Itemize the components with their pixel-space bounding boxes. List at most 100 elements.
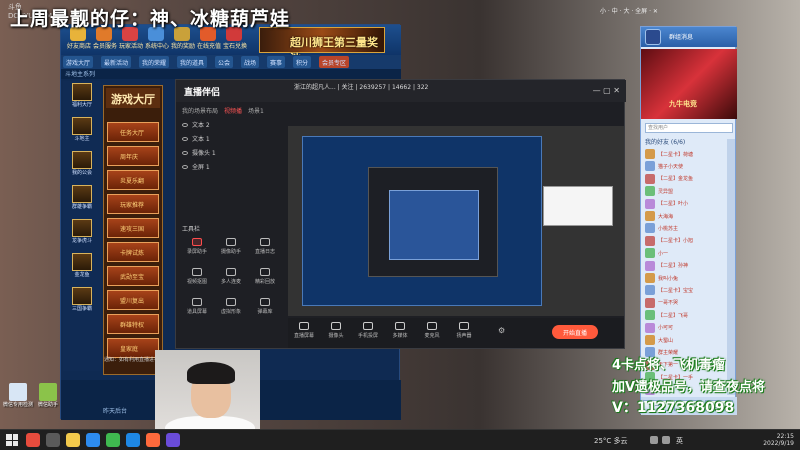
scene-source-row[interactable]: 摄像头 1: [182, 148, 272, 160]
promo-line-1: 4卡点将、飞机毒瘤: [612, 358, 726, 373]
app-icon[interactable]: [166, 433, 180, 447]
chat-member-row[interactable]: 我叫小兔: [645, 273, 733, 285]
side-game-2[interactable]: 斗地主: [65, 117, 99, 147]
chat-member-row[interactable]: 【二星卡】宝宝: [645, 285, 733, 297]
eye-icon[interactable]: [182, 151, 188, 155]
window-size-controls[interactable]: 小 · 中 · 大 · 全屏 · ✕: [600, 6, 658, 15]
hall-button-6[interactable]: 卡牌试炼: [107, 242, 159, 262]
weather-widget[interactable]: 25°C 多云: [594, 436, 628, 446]
ctrl-media[interactable]: 多媒体: [384, 322, 416, 339]
tab-points[interactable]: 积分: [293, 56, 312, 68]
chat-search-input[interactable]: 查找用户: [645, 123, 733, 133]
tool-live-log[interactable]: 直播日志: [250, 236, 280, 264]
tab-scenes[interactable]: 我的场景: [182, 106, 206, 115]
tab-scene-1[interactable]: 场景1: [248, 106, 264, 115]
scene-source-row[interactable]: 文本 2: [182, 120, 272, 132]
tool-replay[interactable]: 精彩回放: [250, 266, 280, 294]
file-explorer-icon[interactable]: [66, 433, 80, 447]
tool-avatar[interactable]: 虚拟形象: [216, 296, 246, 324]
chat-member-row[interactable]: 大蜀山: [645, 335, 733, 347]
hall-button-10[interactable]: 皇家庭: [107, 338, 159, 358]
clock[interactable]: 22:15 2022/9/19: [763, 433, 794, 447]
avatar: [645, 198, 655, 209]
chat-member-row[interactable]: 【二星】金龙鱼: [645, 173, 733, 186]
start-live-button[interactable]: 开始直播: [552, 325, 598, 339]
wechat-icon[interactable]: [106, 433, 120, 447]
tab-latest-activity[interactable]: 最新活动: [101, 56, 132, 68]
eye-icon[interactable]: [182, 137, 188, 141]
tool-camera-helper[interactable]: 摄像助手: [216, 236, 246, 264]
chat-member-row[interactable]: 小一: [645, 248, 733, 260]
side-game-1[interactable]: 福利大厅: [65, 83, 99, 113]
douyu-icon[interactable]: [146, 433, 160, 447]
eye-icon[interactable]: [182, 165, 188, 169]
volume-icon[interactable]: [662, 436, 670, 444]
tool-danmaku[interactable]: 弹幕库: [250, 296, 280, 324]
ctrl-screen[interactable]: 直播屏幕: [288, 322, 320, 339]
browser-icon[interactable]: [86, 433, 100, 447]
hall-button-1[interactable]: 任务大厅: [107, 122, 159, 142]
hall-button-8[interactable]: 盟川复出: [107, 290, 159, 310]
chat-member-row[interactable]: 【二星卡】小旭: [645, 235, 733, 248]
chat-member-row[interactable]: 【二星】飞哥: [645, 310, 733, 322]
tool-video-cutout[interactable]: 视频抠图: [182, 266, 212, 294]
tool-prop-screen[interactable]: 道具屏幕: [182, 296, 212, 324]
desktop-icon-1[interactable]: 微信专用检测: [2, 383, 34, 408]
chat-member-row[interactable]: 大海海: [645, 211, 733, 223]
side-game-7[interactable]: 三国争霸: [65, 287, 99, 317]
side-game-4[interactable]: 群雄争霸: [65, 185, 99, 215]
tab-layout[interactable]: 布局: [206, 106, 218, 115]
tab-events[interactable]: 赛事: [267, 56, 286, 68]
hall-button-3[interactable]: 炎夏乐翻: [107, 170, 159, 190]
chat-ad-banner[interactable]: 九牛电竞: [641, 49, 737, 119]
task-view-icon[interactable]: [46, 433, 60, 447]
hall-button-7[interactable]: 武勋至宝: [107, 266, 159, 286]
chat-member-row[interactable]: 【二星】叶小: [645, 198, 733, 211]
window-controls-icon[interactable]: — ▢ ✕: [593, 86, 620, 95]
nested-preview-inner: [389, 190, 479, 260]
desktop-icon-2[interactable]: 微信助手: [32, 383, 64, 408]
chat-member-row[interactable]: 小桃苏主: [645, 223, 733, 235]
tab-guild[interactable]: 公会: [215, 56, 234, 68]
ctrl-mic[interactable]: 麦克风: [416, 322, 448, 339]
chrome-icon[interactable]: [26, 433, 40, 447]
qq-icon[interactable]: [126, 433, 140, 447]
ctrl-speaker[interactable]: 扬声器: [448, 322, 480, 339]
hall-button-4[interactable]: 玩家推荐: [107, 194, 159, 214]
ctrl-camera[interactable]: 摄像头: [320, 322, 352, 339]
tool-screen-record[interactable]: 录屏助手: [182, 236, 212, 264]
side-game-5[interactable]: 龙争虎斗: [65, 219, 99, 249]
tab-game-hall[interactable]: 游戏大厅: [63, 56, 94, 68]
chat-member-row[interactable]: 小可可: [645, 322, 733, 335]
avatar[interactable]: [645, 29, 661, 45]
tool-icon: [39, 383, 57, 401]
network-icon[interactable]: [650, 436, 658, 444]
hall-button-2[interactable]: 周年庆: [107, 146, 159, 166]
tab-vip-zone[interactable]: 会员专区: [319, 56, 350, 68]
tab-battlefield[interactable]: 战场: [241, 56, 260, 68]
start-menu-icon[interactable]: [6, 434, 18, 446]
chat-member-row[interactable]: 猫子小天使: [645, 161, 733, 173]
chat-member-row[interactable]: 灵异盟: [645, 186, 733, 198]
chat-member-row[interactable]: 一哥不哭: [645, 297, 733, 310]
chat-member-row[interactable]: 【二星卡】荷塘: [645, 149, 733, 161]
tab-my-items[interactable]: 我的道具: [177, 56, 208, 68]
scene-source-row[interactable]: 文本 1: [182, 134, 272, 146]
side-game-6[interactable]: 金龙鱼: [65, 253, 99, 283]
ctrl-phone-cast[interactable]: 手机投屏: [352, 322, 384, 339]
avatar: [645, 211, 655, 221]
streamer-info: 浙江的超凡人... | 关注 | 2639257 | 14662 | 322: [294, 84, 429, 91]
tab-video[interactable]: 视频播: [224, 106, 242, 115]
friend-group-header[interactable]: 我的好友 (6/6): [645, 137, 685, 146]
chat-member-row[interactable]: 【二星】孙神: [645, 260, 733, 273]
eye-icon[interactable]: [182, 123, 188, 127]
input-language[interactable]: 英: [676, 436, 683, 446]
tool-multi-mic[interactable]: 多人连麦: [216, 266, 246, 294]
tab-my-honor[interactable]: 我的荣耀: [139, 56, 170, 68]
hall-button-5[interactable]: 速攻三国: [107, 218, 159, 238]
side-game-3[interactable]: 我的公会: [65, 151, 99, 181]
hall-button-9[interactable]: 群雄特权: [107, 314, 159, 334]
scene-source-row[interactable]: 全屏 1: [182, 162, 272, 174]
settings-gear-icon[interactable]: ⚙: [498, 326, 505, 335]
avatar: [645, 223, 655, 234]
